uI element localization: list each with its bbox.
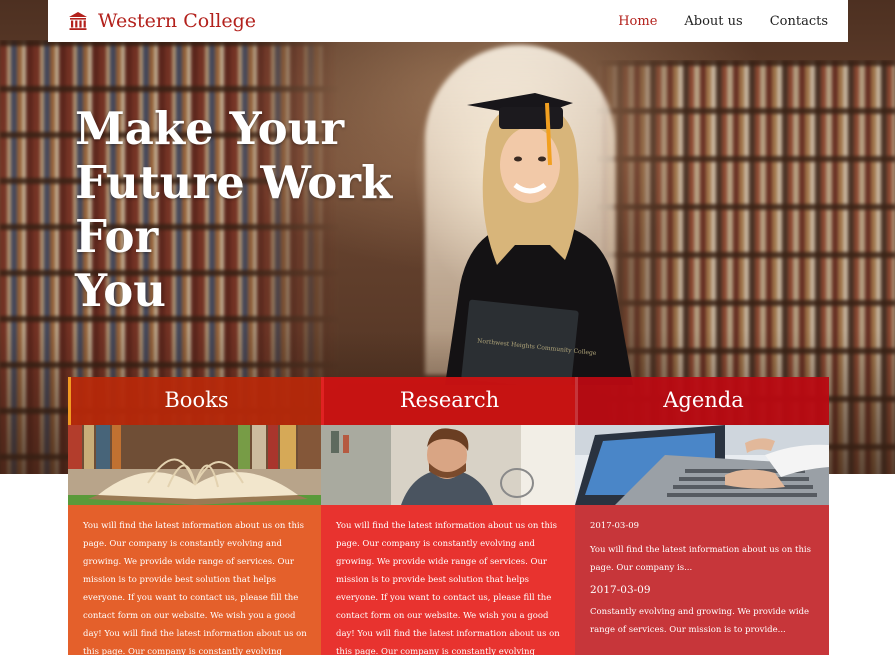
research-card: Research You will find the latest inform… xyxy=(321,377,575,655)
nav-link-home[interactable]: Home xyxy=(618,14,657,29)
agenda-card-body: 2017-03-09 You will find the latest info… xyxy=(575,505,829,655)
agenda-entry-text: Constantly evolving and growing. We prov… xyxy=(590,607,810,635)
agenda-entry-date: 2017-03-09 xyxy=(590,584,651,596)
laptop-typing-image xyxy=(575,425,829,505)
agenda-entry-date: 2017-03-09 xyxy=(590,521,640,531)
nav-menu: Home About us Contacts xyxy=(618,14,828,29)
top-navbar: Western College Home About us Contacts xyxy=(48,0,848,42)
research-card-text: You will find the latest information abo… xyxy=(321,505,575,655)
books-card: Books You will find the latest informati… xyxy=(68,377,322,655)
agenda-card: Agenda 2017-03-09 You will find the late… xyxy=(575,377,829,655)
nav-link-about-us[interactable]: About us xyxy=(684,14,742,29)
research-card-title[interactable]: Research xyxy=(321,377,575,425)
hero-headline: Make Your Future Work For You xyxy=(75,102,393,317)
columns-building-icon xyxy=(69,12,87,30)
researcher-photo-image xyxy=(321,425,575,505)
agenda-entry-text: You will find the latest information abo… xyxy=(590,545,812,573)
site-logo[interactable]: Western College xyxy=(68,10,256,32)
books-card-title[interactable]: Books xyxy=(68,377,322,425)
books-card-text: You will find the latest information abo… xyxy=(68,505,322,655)
open-book-image xyxy=(68,425,322,505)
brand-name: Western College xyxy=(98,10,256,32)
agenda-card-title[interactable]: Agenda xyxy=(575,377,829,425)
nav-link-contacts[interactable]: Contacts xyxy=(770,14,828,29)
